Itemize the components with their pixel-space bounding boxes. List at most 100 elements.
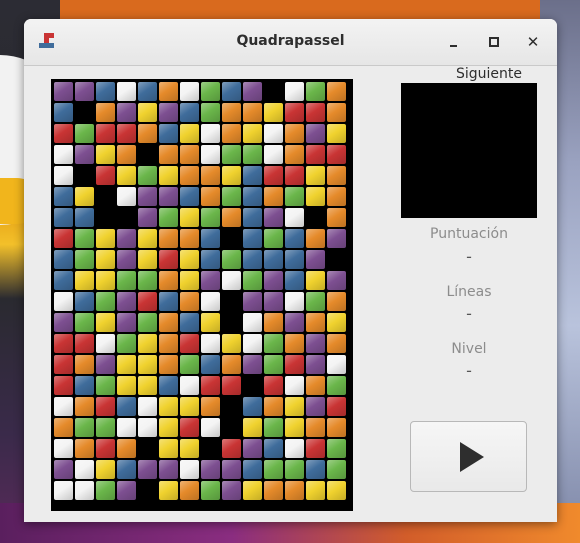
board-block: [243, 334, 262, 353]
board-block: [285, 145, 304, 164]
board-block: [117, 166, 136, 185]
board-block: [243, 271, 262, 290]
board-block: [201, 271, 220, 290]
board-block: [138, 103, 157, 122]
board-block: [243, 313, 262, 332]
board-block: [159, 145, 178, 164]
board-block: [327, 313, 346, 332]
board-block: [243, 124, 262, 143]
next-label: Siguiente: [455, 66, 522, 82]
board-block: [138, 334, 157, 353]
board-block: [138, 460, 157, 479]
title-bar[interactable]: Quadrapassel ✕: [24, 19, 557, 66]
board-block: [180, 460, 199, 479]
board-block: [180, 481, 199, 500]
board-block: [264, 292, 283, 311]
board-block: [201, 418, 220, 437]
board-block: [222, 376, 241, 395]
close-button[interactable]: ✕: [522, 31, 544, 53]
board-block: [201, 460, 220, 479]
board-block: [180, 313, 199, 332]
board-block: [159, 187, 178, 206]
board-block: [75, 313, 94, 332]
board-block: [117, 334, 136, 353]
board-block: [159, 229, 178, 248]
board-block: [285, 208, 304, 227]
board-block: [180, 418, 199, 437]
board-block: [159, 250, 178, 269]
board-block: [117, 124, 136, 143]
board-block: [96, 481, 115, 500]
board-block: [75, 229, 94, 248]
board-block: [54, 250, 73, 269]
board-block: [138, 166, 157, 185]
board-block: [327, 397, 346, 416]
board-block: [327, 103, 346, 122]
board-block: [327, 460, 346, 479]
play-button[interactable]: [410, 421, 527, 492]
board-block: [285, 397, 304, 416]
board-block: [180, 166, 199, 185]
board-block: [264, 313, 283, 332]
board-block: [180, 376, 199, 395]
board-block: [306, 439, 325, 458]
board-block: [264, 187, 283, 206]
board-block: [201, 334, 220, 353]
board-block: [180, 271, 199, 290]
board-block: [75, 124, 94, 143]
board-block: [117, 460, 136, 479]
board-block: [243, 208, 262, 227]
board-block: [327, 145, 346, 164]
board-block: [306, 103, 325, 122]
board-block: [201, 208, 220, 227]
board-block: [264, 208, 283, 227]
board-block: [117, 229, 136, 248]
board-block: [243, 355, 262, 374]
minimize-button[interactable]: [442, 31, 464, 53]
board-block: [264, 124, 283, 143]
board-block: [306, 145, 325, 164]
board-block: [222, 481, 241, 500]
board-block: [264, 145, 283, 164]
board-block: [75, 334, 94, 353]
board-block: [264, 376, 283, 395]
board-block: [243, 397, 262, 416]
board-block: [306, 82, 325, 101]
board-block: [222, 166, 241, 185]
board-block: [54, 334, 73, 353]
board-block: [285, 229, 304, 248]
board-block: [54, 439, 73, 458]
board-block: [159, 292, 178, 311]
board-block: [96, 166, 115, 185]
board-block: [138, 376, 157, 395]
game-board[interactable]: [51, 79, 353, 511]
board-block: [264, 481, 283, 500]
next-piece-preview: [401, 83, 537, 218]
maximize-button[interactable]: [483, 31, 505, 53]
board-block: [75, 187, 94, 206]
board-block: [138, 397, 157, 416]
board-block: [96, 439, 115, 458]
board-block: [54, 82, 73, 101]
board-block: [243, 82, 262, 101]
board-block: [159, 124, 178, 143]
board-block: [201, 292, 220, 311]
board-block: [243, 439, 262, 458]
board-block: [201, 376, 220, 395]
board-block: [54, 397, 73, 416]
board-block: [96, 334, 115, 353]
board-block: [264, 418, 283, 437]
board-block: [138, 250, 157, 269]
board-block: [201, 145, 220, 164]
lines-value: -: [466, 304, 472, 323]
board-block: [201, 355, 220, 374]
board-block: [75, 250, 94, 269]
score-value: -: [466, 247, 472, 266]
board-block: [159, 334, 178, 353]
board-block: [159, 376, 178, 395]
board-block: [285, 124, 304, 143]
board-block: [222, 334, 241, 353]
board-block: [117, 376, 136, 395]
board-block: [75, 418, 94, 437]
board-block: [159, 418, 178, 437]
